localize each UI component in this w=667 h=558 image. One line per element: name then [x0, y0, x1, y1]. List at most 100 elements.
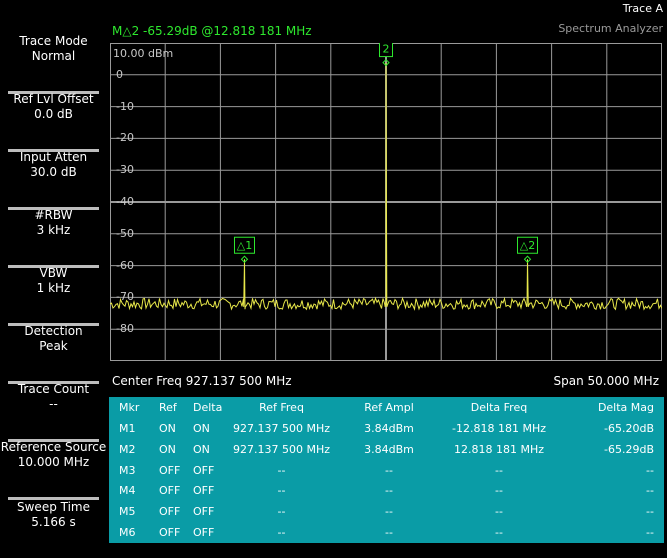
- softkey-value: 1 kHz: [36, 281, 71, 295]
- marker-row[interactable]: M5 OFF OFF -- -- -- --: [109, 502, 664, 523]
- column-header: Mkr: [119, 401, 140, 414]
- table-cell: OFF: [159, 463, 181, 477]
- marker-row[interactable]: M1 ON ON 927.137 500 MHz 3.84dBm -12.818 181 …: [109, 419, 664, 440]
- table-cell: OFF: [193, 526, 215, 539]
- softkey-label: Trace Count: [17, 382, 90, 396]
- span-frequency: Span 50.000 MHz: [553, 374, 660, 388]
- center-frequency: Center Freq 927.137 500 MHz: [112, 374, 292, 388]
- table-cell: 3.84dBm: [364, 442, 414, 456]
- y-axis-label: -50: [116, 226, 134, 240]
- y-axis-label: -70: [116, 290, 134, 304]
- softkey-7[interactable]: Reference Source 10.000 MHz: [0, 440, 107, 500]
- table-cell: --: [277, 505, 286, 519]
- table-cell: 12.818 181 MHz: [453, 442, 544, 456]
- table-cell: ON: [193, 442, 210, 456]
- table-cell: M3: [119, 463, 136, 477]
- table-cell: 927.137 500 MHz: [232, 422, 330, 435]
- table-cell: --: [495, 463, 503, 477]
- spectrum-plot: △1 2 △2 0 -10 -20 -30 -40 -50 -60 -70 -80: [110, 43, 662, 361]
- y-axis-label: -40: [116, 195, 134, 208]
- table-cell: ON: [159, 442, 176, 456]
- table-cell: --: [495, 505, 503, 519]
- softkey-value: 0.0 dB: [34, 107, 73, 121]
- table-cell: --: [277, 463, 286, 477]
- column-header: Ref Ampl: [364, 401, 414, 414]
- softkey-1[interactable]: Ref Lvl Offset 0.0 dB: [0, 92, 107, 152]
- table-cell: OFF: [193, 505, 215, 519]
- y-axis-label: -60: [116, 258, 134, 272]
- softkey-5[interactable]: Detection Peak: [0, 324, 107, 384]
- table-cell: --: [646, 463, 654, 477]
- table-cell: --: [385, 526, 393, 539]
- table-cell: -12.818 181 MHz: [452, 422, 546, 435]
- y-axis-label: -30: [116, 163, 134, 177]
- table-cell: 3.84dBm: [364, 422, 414, 435]
- table-cell: OFF: [193, 484, 215, 498]
- table-cell: 927.137 500 MHz: [232, 442, 330, 456]
- marker-label: △1: [237, 239, 252, 252]
- softkey-8[interactable]: Sweep Time 5.166 s: [0, 500, 107, 558]
- softkey-6[interactable]: Trace Count --: [0, 382, 107, 442]
- softkey-label: Ref Lvl Offset: [13, 92, 94, 106]
- softkey-label: #RBW: [34, 208, 73, 222]
- softkey-label: Sweep Time: [17, 500, 90, 514]
- softkey-label: VBW: [39, 266, 68, 280]
- marker-label: △2: [520, 239, 535, 252]
- table-cell: ON: [159, 422, 176, 435]
- softkey-0[interactable]: Trace Mode Normal: [0, 34, 107, 94]
- softkey-label: Detection: [24, 324, 83, 338]
- table-cell: --: [385, 505, 393, 519]
- table-cell: --: [495, 526, 503, 539]
- table-cell: --: [495, 484, 503, 498]
- y-axis-label: -20: [116, 131, 134, 145]
- softkey-value: 5.166 s: [31, 515, 76, 529]
- spectrum-svg: △1 2 △2: [110, 43, 662, 361]
- table-cell: --: [646, 505, 654, 519]
- softkey-4[interactable]: VBW 1 kHz: [0, 266, 107, 326]
- app-title: Spectrum Analyzer: [558, 22, 663, 35]
- table-cell: --: [385, 484, 393, 498]
- softkey-value: Normal: [31, 49, 76, 63]
- marker-row[interactable]: M3 OFF OFF -- -- -- --: [109, 461, 664, 482]
- softkey-2[interactable]: Input Atten 30.0 dB: [0, 150, 107, 210]
- y-axis-label: 0: [116, 67, 123, 81]
- table-cell: M6: [119, 526, 136, 539]
- column-header: Delta Freq: [470, 401, 528, 414]
- table-cell: --: [646, 484, 654, 498]
- column-header: Ref Freq: [259, 401, 304, 414]
- softkey-value: --: [49, 397, 58, 411]
- softkey-panel: Trace Mode Normal Ref Lvl Offset 0.0 dB Inpu…: [0, 0, 107, 546]
- table-cell: --: [277, 484, 286, 498]
- softkey-label: Trace Mode: [19, 34, 88, 48]
- marker-table: Mkr Ref Delta Ref Freq Ref Ampl Delta Freq Del…: [109, 397, 664, 543]
- softkey-value: Peak: [39, 339, 68, 353]
- softkey-value: 10.000 MHz: [17, 455, 90, 469]
- spectrum-trace: [110, 62, 662, 311]
- marker-readout: M△2 -65.29dB @12.818 181 MHz: [112, 24, 312, 38]
- trace-label: Trace A: [622, 2, 663, 15]
- marker-table-header: Mkr Ref Delta Ref Freq Ref Ampl Delta Freq Del…: [109, 398, 664, 419]
- table-cell: -65.20dB: [604, 422, 654, 435]
- column-header: Delta Mag: [597, 401, 654, 414]
- table-cell: OFF: [159, 505, 181, 519]
- table-cell: OFF: [159, 526, 181, 539]
- table-cell: M4: [119, 484, 136, 498]
- reference-level-label: 10.00 dBm: [113, 47, 174, 60]
- softkey-3[interactable]: #RBW 3 kHz: [0, 208, 107, 268]
- table-cell: OFF: [193, 463, 215, 477]
- softkey-value: 30.0 dB: [30, 165, 77, 179]
- table-cell: M2: [119, 442, 136, 456]
- table-cell: --: [385, 463, 393, 477]
- table-cell: M5: [119, 505, 136, 519]
- marker-row[interactable]: M2 ON ON 927.137 500 MHz 3.84dBm 12.818 181 M…: [109, 440, 664, 461]
- y-axis-label: -80: [116, 322, 134, 336]
- softkey-label: Reference Source: [0, 440, 107, 454]
- column-header: Ref: [159, 401, 177, 414]
- table-cell: ON: [193, 422, 210, 435]
- marker-row[interactable]: M6 OFF OFF -- -- -- --: [109, 523, 664, 544]
- table-cell: --: [646, 526, 654, 539]
- table-cell: --: [277, 526, 286, 539]
- marker-row[interactable]: M4 OFF OFF -- -- -- --: [109, 481, 664, 502]
- y-axis-label: -10: [116, 99, 134, 113]
- column-header: Delta: [193, 401, 223, 414]
